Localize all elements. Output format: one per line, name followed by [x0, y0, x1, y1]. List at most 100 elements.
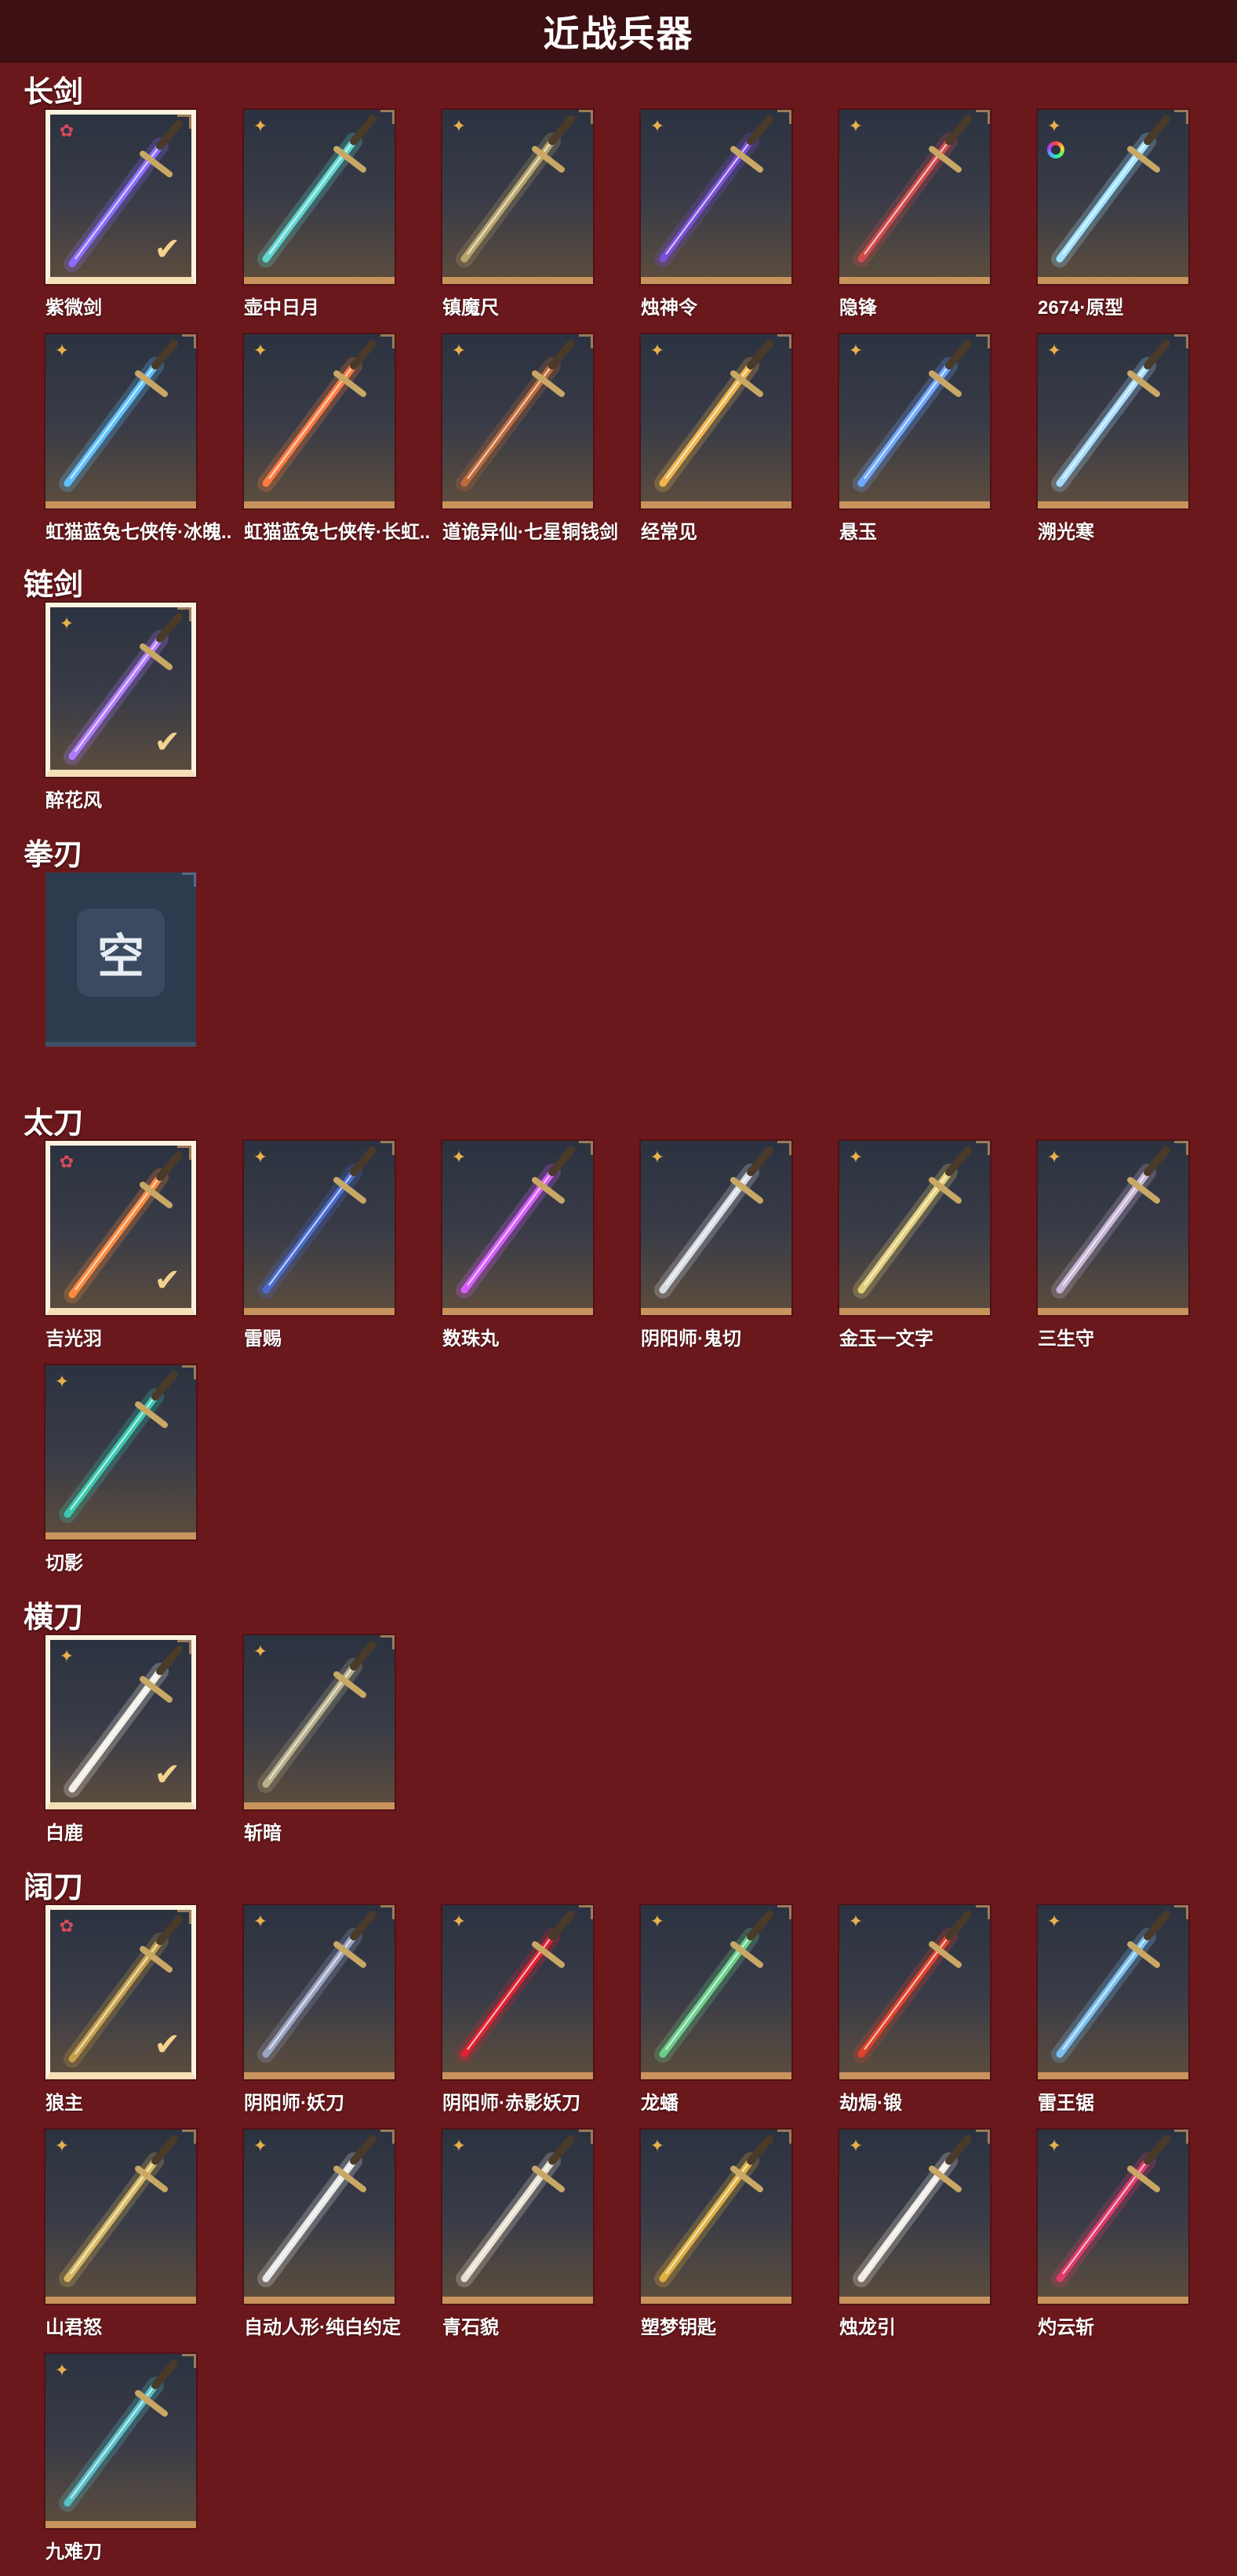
- weapon-card[interactable]: ✦ ✔: [45, 1635, 196, 1809]
- weapon-card[interactable]: ✦: [641, 1905, 791, 2079]
- weapon-image: [853, 1146, 972, 1299]
- weapon-image: [59, 2135, 178, 2287]
- weapon-card[interactable]: ✦: [1038, 334, 1188, 508]
- empty-weapon-slot[interactable]: 空: [45, 873, 196, 1047]
- weapon-item[interactable]: ✦ 青石貌: [397, 2130, 593, 2338]
- weapon-card[interactable]: ✿ ✔: [45, 1905, 196, 2079]
- weapon-image: [59, 2359, 178, 2512]
- empty-slot-emblem: 空: [77, 909, 165, 997]
- weapon-item[interactable]: ✿ ✔ 狼主: [0, 1905, 196, 2114]
- weapon-item[interactable]: ✦ 隐锋: [794, 110, 990, 319]
- weapon-item[interactable]: ✦ 灼云斩: [992, 2130, 1188, 2338]
- weapon-item[interactable]: ✦ 虹猫蓝兔七侠传·冰魄..: [0, 334, 231, 543]
- weapon-name: 溯光寒: [1038, 522, 1094, 543]
- weapon-card[interactable]: ✦: [1038, 2130, 1188, 2304]
- weapon-item[interactable]: ✦ 山君怒: [0, 2130, 196, 2338]
- weapon-item[interactable]: ✦ 溯光寒: [992, 334, 1188, 543]
- weapon-image: [853, 340, 972, 492]
- weapon-image: [1051, 1146, 1170, 1299]
- weapon-card[interactable]: ✦: [1038, 1905, 1188, 2079]
- weapon-item[interactable]: ✦ ✔ 醉花风: [0, 603, 196, 811]
- weapon-card[interactable]: ✦: [45, 334, 196, 508]
- weapon-image: [853, 1911, 972, 2063]
- weapon-card[interactable]: ✦: [641, 334, 791, 508]
- weapon-card[interactable]: ✦ ✔: [45, 603, 196, 777]
- equipped-check-icon: ✔: [154, 1263, 180, 1298]
- weapon-card[interactable]: ✦: [244, 1141, 395, 1315]
- weapon-card[interactable]: ✦: [641, 1141, 791, 1315]
- weapon-item[interactable]: ✦ 阴阳师·鬼切: [595, 1141, 791, 1350]
- weapon-card[interactable]: ✦: [839, 110, 990, 284]
- weapon-image: [257, 1911, 377, 2063]
- weapon-item[interactable]: ✦ 阴阳师·妖刀: [198, 1905, 395, 2114]
- weapon-image: [257, 1146, 377, 1299]
- weapon-item[interactable]: ✦ 数珠丸: [397, 1141, 593, 1350]
- weapon-item[interactable]: ✦ 烛龙引: [794, 2130, 990, 2338]
- weapon-item[interactable]: ✿ ✔ 吉光羽: [0, 1141, 196, 1350]
- weapon-item[interactable]: ✦ 雷赐: [198, 1141, 395, 1350]
- weapon-card[interactable]: ✦: [45, 2130, 196, 2304]
- weapon-item[interactable]: ✦ 烛神令: [595, 110, 791, 319]
- weapon-item[interactable]: ✦ 自动人形·纯白约定: [198, 2130, 401, 2338]
- weapon-card[interactable]: ✦: [244, 2130, 395, 2304]
- weapon-item[interactable]: ✦ 经常见: [595, 334, 791, 543]
- weapon-image: [456, 115, 575, 268]
- weapon-card[interactable]: ✦: [244, 334, 395, 508]
- weapon-card[interactable]: ✦: [1038, 1141, 1188, 1315]
- weapon-image: [853, 2135, 972, 2287]
- weapon-card[interactable]: ✦: [641, 110, 791, 284]
- weapon-item[interactable]: ✦ 壶中日月: [198, 110, 395, 319]
- weapon-image: [853, 115, 972, 268]
- weapon-card[interactable]: ✦: [442, 1141, 593, 1315]
- weapon-image: [456, 1911, 575, 2063]
- weapon-item[interactable]: ✦ 雷王锯: [992, 1905, 1188, 2114]
- weapon-item[interactable]: ✦ 道诡异仙·七星铜钱剑: [397, 334, 618, 543]
- weapon-card[interactable]: ✦: [442, 334, 593, 508]
- weapon-item[interactable]: ✦ 九难刀: [0, 2354, 196, 2563]
- weapon-card[interactable]: ✿ ✔: [45, 110, 196, 284]
- weapon-card[interactable]: ✦: [839, 1905, 990, 2079]
- weapon-card[interactable]: ✦: [442, 110, 593, 284]
- weapon-card[interactable]: ✦: [442, 2130, 593, 2304]
- weapon-card[interactable]: ✦: [839, 1141, 990, 1315]
- weapon-name: 斩暗: [244, 1823, 282, 1844]
- weapon-item[interactable]: ✦ 斩暗: [198, 1635, 395, 1844]
- weapon-card[interactable]: ✦: [442, 1905, 593, 2079]
- weapon-item[interactable]: ✦ 2674·原型: [992, 110, 1188, 319]
- weapon-card[interactable]: ✦: [45, 2354, 196, 2528]
- weapon-item[interactable]: ✦ 悬玉: [794, 334, 990, 543]
- weapon-item[interactable]: ✿ ✔ 紫微剑: [0, 110, 196, 319]
- weapon-image: [1051, 2135, 1170, 2287]
- weapon-image: [654, 340, 773, 492]
- weapon-item[interactable]: ✦ 龙蟠: [595, 1905, 791, 2114]
- page-title: 近战兵器: [543, 13, 694, 54]
- weapon-card[interactable]: ✦: [641, 2130, 791, 2304]
- weapon-item[interactable]: ✦ 三生守: [992, 1141, 1188, 1350]
- weapon-card[interactable]: ✦: [45, 1365, 196, 1539]
- weapon-item[interactable]: ✦ 塑梦钥匙: [595, 2130, 791, 2338]
- weapon-image: [654, 2135, 773, 2287]
- weapon-item[interactable]: ✦ 阴阳师·赤影妖刀: [397, 1905, 593, 2114]
- weapon-card[interactable]: ✦: [839, 334, 990, 508]
- weapon-item[interactable]: ✦ 镇魔尺: [397, 110, 593, 319]
- weapon-image: [1051, 1911, 1170, 2063]
- weapon-card[interactable]: ✦: [244, 110, 395, 284]
- weapon-name: 切影: [45, 1553, 83, 1574]
- weapon-card[interactable]: ✦: [1038, 110, 1188, 284]
- weapon-card[interactable]: ✦: [244, 1635, 395, 1809]
- weapon-item[interactable]: ✦ ✔ 白鹿: [0, 1635, 196, 1844]
- weapon-image: [257, 115, 377, 268]
- weapon-image: [59, 1371, 178, 1523]
- weapon-image: [257, 1641, 377, 1793]
- section-title-changjian: 长剑: [24, 76, 84, 109]
- section-title-taidao: 太刀: [24, 1107, 84, 1140]
- weapon-card[interactable]: ✦: [244, 1905, 395, 2079]
- weapon-image: [1051, 115, 1170, 268]
- weapon-item[interactable]: ✦ 虹猫蓝兔七侠传·长虹..: [198, 334, 430, 543]
- weapon-card[interactable]: ✦: [839, 2130, 990, 2304]
- weapon-item[interactable]: ✦ 金玉一文字: [794, 1141, 990, 1350]
- weapon-image: [654, 115, 773, 268]
- weapon-item[interactable]: ✦ 切影: [0, 1365, 196, 1574]
- weapon-item[interactable]: ✦ 劫焗·锻: [794, 1905, 990, 2114]
- weapon-card[interactable]: ✿ ✔: [45, 1141, 196, 1315]
